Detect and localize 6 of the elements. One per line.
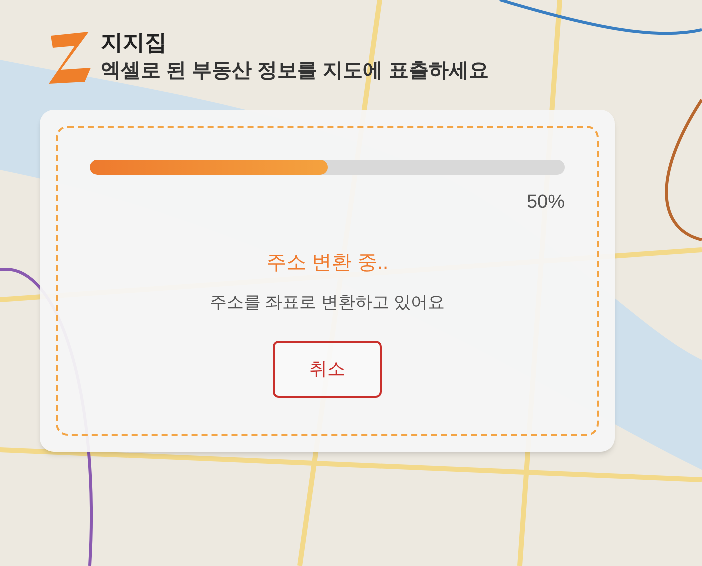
- status-message: 주소를 좌표로 변환하고 있어요: [210, 292, 446, 314]
- cancel-button[interactable]: 취소: [273, 341, 382, 398]
- app-subtitle: 엑셀로 된 부동산 정보를 지도에 표출하세요: [101, 59, 489, 84]
- status-title: 주소 변환 중..: [266, 250, 389, 276]
- progress-percent: 50%: [526, 191, 565, 215]
- app-title: 지지집: [101, 29, 168, 57]
